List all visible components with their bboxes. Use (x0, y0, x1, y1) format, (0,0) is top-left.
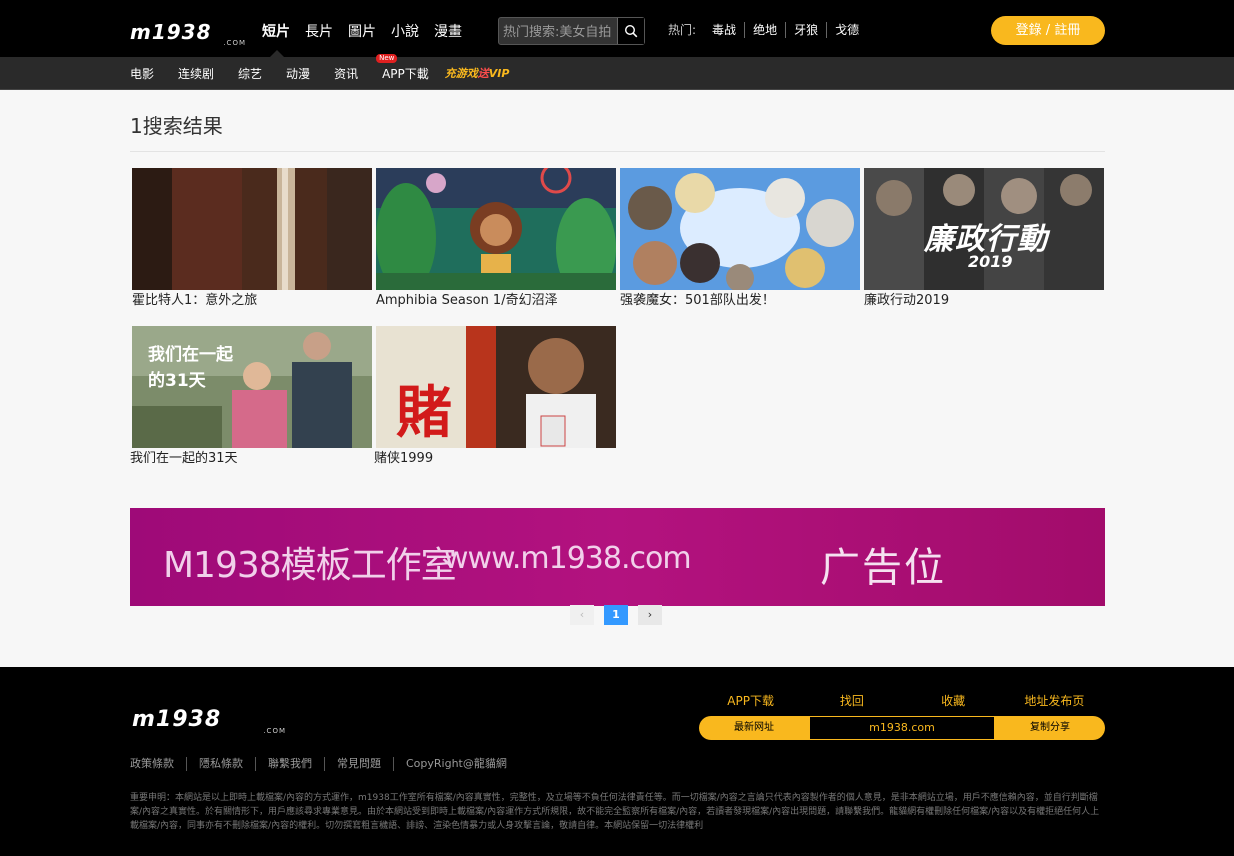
ad-banner[interactable]: M1938模板工作室 www.m1938.com 广告位 (130, 508, 1105, 606)
footer-copyright: CopyRight@龍貓網 (406, 757, 507, 770)
login-register-button[interactable]: 登錄 / 註冊 (991, 16, 1105, 45)
active-nav-caret (270, 50, 284, 57)
footer-logo-sub: .COM (263, 727, 286, 735)
result-card[interactable]: Amphibia Season 1/奇幻沼泽 (376, 168, 616, 309)
poster-title-text: 賭 (396, 381, 452, 446)
subnav-item-series[interactable]: 连续剧 (178, 66, 214, 82)
footer-link-faq[interactable]: 常見問題 (325, 757, 394, 771)
result-title[interactable]: Amphibia Season 1/奇幻沼泽 (376, 293, 616, 309)
ad-slot-text: 广告位 (820, 545, 946, 591)
nav-item-novels[interactable]: 小說 (391, 22, 419, 42)
poster-image (132, 168, 372, 290)
footer-tab-address-page[interactable]: 地址发布页 (1004, 692, 1105, 709)
result-thumbnail[interactable] (620, 168, 860, 290)
result-title[interactable]: 霍比特人1：意外之旅 (132, 293, 372, 309)
search-box (498, 17, 645, 45)
vip-label-c: VIP (488, 67, 510, 80)
hot-keywords: 热门: 毒战 绝地 牙狼 戈德 (668, 22, 867, 38)
result-title[interactable]: 强袭魔女：501部队出发！ (620, 293, 860, 309)
poster-title-text: 我们在一起 (148, 345, 233, 365)
subnav-item-movie[interactable]: 电影 (130, 66, 154, 82)
result-thumbnail[interactable]: 我们在一起 的31天 (132, 326, 372, 448)
hot-label: 热门: (668, 23, 697, 37)
ad-studio-text: M1938模板工作室 (163, 545, 457, 586)
result-card[interactable]: 强袭魔女：501部队出发！ (620, 168, 860, 309)
footer-tab-app-download[interactable]: APP下载 (700, 692, 801, 709)
footer-tab-favorite[interactable]: 收藏 (903, 692, 1004, 709)
new-badge: New (376, 54, 398, 63)
hot-keyword[interactable]: 戈德 (827, 22, 867, 38)
heading-divider (130, 151, 1105, 152)
main-nav: 短片 長片 圖片 小說 漫畫 (262, 22, 477, 42)
logo-sub: .COM (223, 39, 246, 47)
poster-image (376, 168, 616, 290)
result-card[interactable]: 賭 赌侠1999 (374, 326, 616, 467)
nav-item-shorts[interactable]: 短片 (262, 22, 290, 42)
top-header: m1938 .COM 短片 長片 圖片 小說 漫畫 热门: 毒战 绝地 牙狼 戈… (0, 0, 1234, 57)
footer-tab-recover[interactable]: 找回 (801, 692, 902, 709)
search-input[interactable] (503, 22, 615, 42)
footer-logo[interactable]: m1938 .COM (132, 707, 288, 735)
poster-image (620, 168, 860, 290)
page-button-current[interactable]: 1 (604, 605, 628, 625)
result-card[interactable]: 霍比特人1：意外之旅 (132, 168, 372, 309)
footer-links: 政策條款 隱私條款 聯繫我們 常見問題 CopyRight@龍貓網 (130, 757, 519, 771)
prev-page-button[interactable]: ‹ (570, 605, 594, 625)
subnav-item-news[interactable]: 资讯 (334, 66, 358, 82)
vip-label-a: 充游戏 (444, 67, 478, 80)
copy-share-button[interactable]: 复制分享 (995, 716, 1105, 740)
nav-item-images[interactable]: 圖片 (348, 22, 376, 42)
footer-link-contact[interactable]: 聯繫我們 (256, 757, 325, 771)
result-card[interactable]: 我们在一起 的31天 我们在一起的31天 (130, 326, 372, 467)
nav-item-comics[interactable]: 漫畫 (434, 22, 462, 42)
search-icon (624, 24, 638, 38)
hot-keyword[interactable]: 毒战 (704, 22, 746, 38)
result-title[interactable]: 我们在一起的31天 (130, 451, 372, 467)
hot-keyword[interactable]: 绝地 (745, 22, 787, 38)
result-thumbnail[interactable] (376, 168, 616, 290)
vip-label-b: 送 (477, 67, 489, 80)
site-logo[interactable]: m1938 .COM (130, 22, 252, 48)
app-download-label: APP下載 (382, 67, 429, 81)
next-page-button[interactable]: › (638, 605, 662, 625)
result-thumbnail[interactable]: 廉政行動 2019 (864, 168, 1104, 290)
subnav-item-variety[interactable]: 综艺 (238, 66, 262, 82)
sub-nav: 电影 连续剧 综艺 动漫 资讯 New APP下載 充游戏送VIP (130, 54, 533, 82)
result-thumbnail[interactable] (132, 168, 372, 290)
ad-url-text: www.m1938.com (444, 541, 692, 576)
result-card[interactable]: 廉政行動 2019 廉政行动2019 (864, 168, 1104, 309)
results-heading: 1搜索结果 (130, 114, 223, 138)
subnav-item-anime[interactable]: 动漫 (286, 66, 310, 82)
result-thumbnail[interactable]: 賭 (376, 326, 616, 448)
site-url[interactable]: m1938.com (809, 716, 995, 740)
poster-title-text-2: 的31天 (148, 371, 206, 391)
vip-promo-link[interactable]: 充游戏送VIP (445, 66, 510, 82)
footer-link-policy[interactable]: 政策條款 (130, 757, 187, 771)
subnav-item-app-download[interactable]: New APP下載 (376, 54, 429, 82)
latest-url-label: 最新网址 (734, 722, 774, 733)
nav-item-movies[interactable]: 長片 (305, 22, 333, 42)
sub-nav-bar: 电影 连续剧 综艺 动漫 资讯 New APP下載 充游戏送VIP (0, 54, 1234, 90)
footer-tabs: APP下载 找回 收藏 地址发布页 (700, 692, 1105, 709)
footer: m1938 .COM 政策條款 隱私條款 聯繫我們 常見問題 CopyRight… (0, 667, 1234, 856)
address-bar: 最新网址 m1938.com 复制分享 (699, 716, 1105, 740)
result-title[interactable]: 廉政行动2019 (864, 293, 1104, 309)
poster-year-text: 2019 (968, 252, 1013, 271)
footer-notice: 重要申明：本網站是以上即時上載檔案/內容的方式運作，m1938工作室所有檔案/內… (130, 793, 1100, 831)
footer-link-privacy[interactable]: 隱私條款 (187, 757, 256, 771)
result-title[interactable]: 赌侠1999 (374, 451, 616, 467)
hot-keyword[interactable]: 牙狼 (786, 22, 828, 38)
pagination: ‹ 1 › (570, 605, 672, 625)
search-button[interactable] (617, 18, 644, 44)
